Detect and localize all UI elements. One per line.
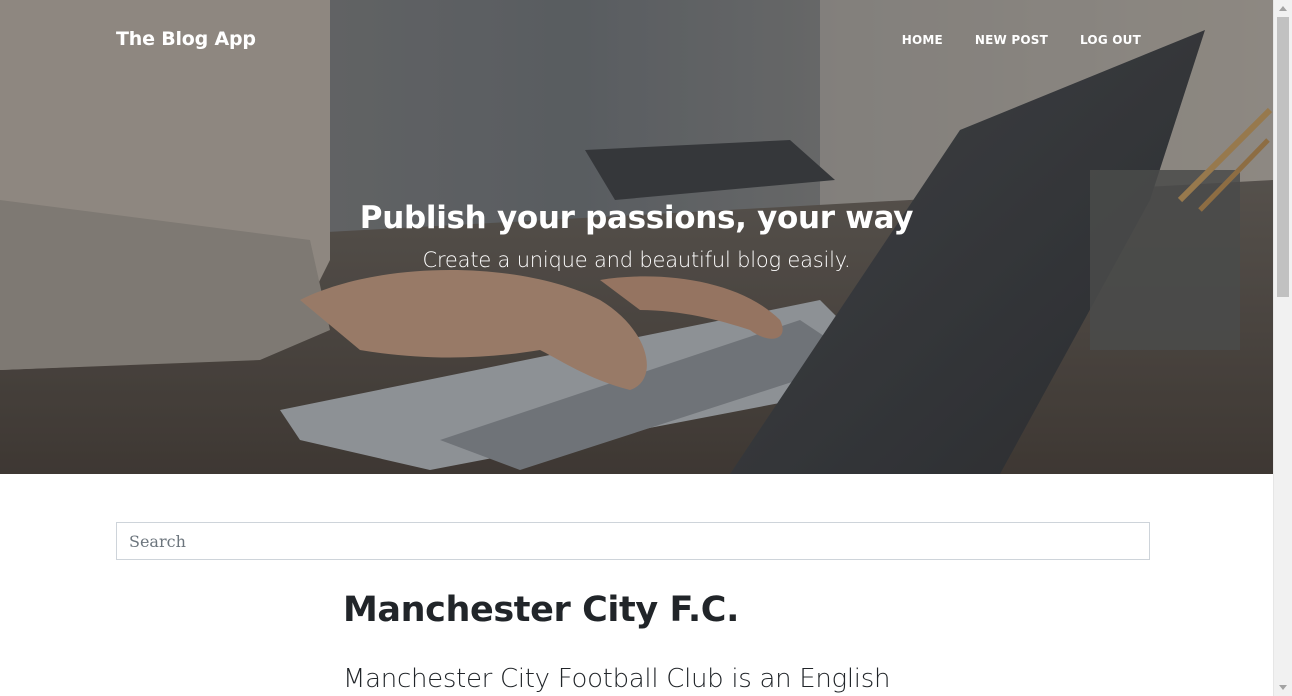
hero-heading: Publish your passions, your way — [359, 200, 914, 236]
hero-overlay — [0, 0, 1273, 474]
hero-subheading: Create a unique and beautiful blog easil… — [422, 248, 851, 272]
scroll-up-icon[interactable] — [1279, 6, 1287, 11]
hero-banner: The Blog App HOME NEW POST LOG OUT Publi… — [0, 0, 1273, 474]
page-scrollbar[interactable] — [1273, 0, 1292, 696]
post-subtitle[interactable]: Manchester City Football Club is an Engl… — [343, 664, 890, 694]
brand-logo-link[interactable]: The Blog App — [116, 28, 256, 50]
main-navigation: HOME NEW POST LOG OUT — [902, 33, 1141, 47]
scroll-down-icon[interactable] — [1279, 685, 1287, 690]
search-input[interactable] — [116, 522, 1150, 560]
scrollbar-thumb[interactable] — [1277, 17, 1289, 297]
post-title-link[interactable]: Manchester City F.C. — [343, 590, 739, 630]
nav-link-new-post[interactable]: NEW POST — [975, 33, 1048, 47]
nav-link-home[interactable]: HOME — [902, 33, 943, 47]
nav-link-log-out[interactable]: LOG OUT — [1080, 33, 1141, 47]
